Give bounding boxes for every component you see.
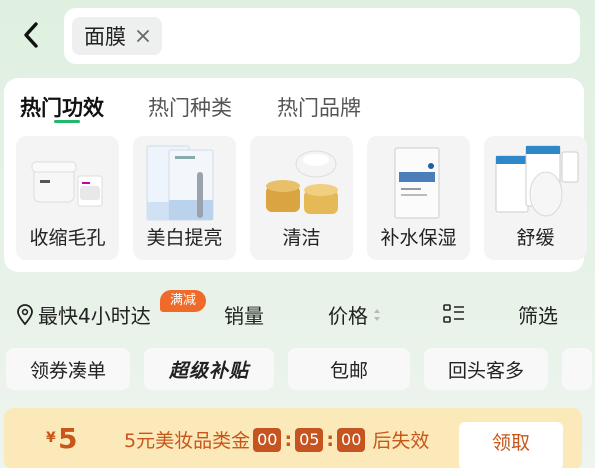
coupon-currency: ¥	[46, 430, 56, 446]
sort-price[interactable]: 价格	[328, 300, 382, 329]
clear-keyword-button[interactable]	[136, 29, 150, 43]
tab-popular-types[interactable]: 热门种类	[148, 92, 232, 122]
product-soothing-mask-image	[495, 145, 579, 217]
category-item-label: 美白提亮	[146, 227, 223, 249]
coupon-expire-text: 后失效	[372, 430, 430, 452]
category-item-label: 舒缓	[516, 227, 555, 249]
category-item-label: 清洁	[282, 227, 321, 249]
category-item-label: 补水保湿	[380, 227, 457, 249]
active-tab-indicator	[54, 120, 80, 123]
timer-hours: 00	[253, 427, 282, 452]
category-item-whitening[interactable]: 美白提亮	[133, 136, 236, 260]
category-card: 热门功效 热门种类 热门品牌 收缩毛孔 美白提亮 清洁 补水保湿 舒缓	[4, 78, 587, 272]
category-item-cleansing[interactable]: 清洁	[250, 136, 353, 260]
filter-button[interactable]: 筛选	[518, 300, 558, 329]
list-view-icon	[443, 304, 464, 323]
search-keyword: 面膜	[84, 25, 126, 49]
claim-coupon-button[interactable]: 领取	[459, 422, 563, 468]
search-bar[interactable]: 面膜	[64, 8, 580, 64]
tab-popular-brands[interactable]: 热门品牌	[277, 92, 361, 122]
product-mask-box-image	[394, 147, 440, 219]
chip-partial[interactable]	[562, 348, 592, 390]
category-item-hydrating[interactable]: 补水保湿	[367, 136, 470, 260]
product-jar-image	[31, 161, 103, 207]
chip-repeat-customers[interactable]: 回头客多	[424, 348, 548, 390]
back-button[interactable]	[14, 16, 48, 54]
tab-popular-effects[interactable]: 热门功效	[20, 92, 104, 122]
quick-filter-chips: 领券凑单 超级补贴 包邮 回头客多	[6, 348, 592, 390]
location-pin-icon	[17, 303, 33, 325]
category-item-soothing[interactable]: 舒缓	[484, 136, 587, 260]
sort-sales[interactable]: 销量	[224, 300, 264, 329]
coupon-desc-text: 5元美妆品类金	[124, 430, 251, 452]
coupon-banner: ¥ 5 5元美妆品类金 00 : 05 : 00 后失效 领取	[4, 408, 582, 468]
delivery-filter[interactable]: 最快4小时达	[16, 300, 151, 329]
sort-filter-bar: 最快4小时达 满减 销量 价格 筛选	[0, 284, 595, 344]
close-icon	[137, 30, 149, 42]
coupon-amount: 5	[58, 422, 78, 455]
layout-toggle-button[interactable]	[443, 304, 465, 324]
chip-super-subsidy[interactable]: 超级补贴	[144, 348, 274, 390]
search-keyword-chip[interactable]: 面膜	[72, 17, 162, 55]
chevron-left-icon	[24, 22, 38, 48]
sort-price-label: 价格	[328, 304, 368, 328]
category-items: 收缩毛孔 美白提亮 清洁 补水保湿 舒缓	[16, 136, 587, 260]
chip-free-shipping[interactable]: 包邮	[288, 348, 410, 390]
product-cream-jars-image	[266, 150, 338, 214]
category-item-pore-minimizing[interactable]: 收缩毛孔	[16, 136, 119, 260]
promo-badge: 满减	[160, 290, 207, 312]
category-item-label: 收缩毛孔	[29, 227, 106, 249]
chip-coupon-bundle[interactable]: 领券凑单	[6, 348, 130, 390]
coupon-description: 5元美妆品类金 00 : 05 : 00 后失效	[124, 426, 429, 453]
delivery-filter-label: 最快4小时达	[38, 304, 151, 328]
timer-separator: :	[284, 428, 293, 451]
timer-minutes: 05	[295, 427, 324, 452]
product-mask-pack-image	[146, 145, 214, 221]
timer-seconds: 00	[337, 427, 366, 452]
timer-separator: :	[326, 428, 335, 451]
sort-arrows-icon	[374, 308, 380, 321]
